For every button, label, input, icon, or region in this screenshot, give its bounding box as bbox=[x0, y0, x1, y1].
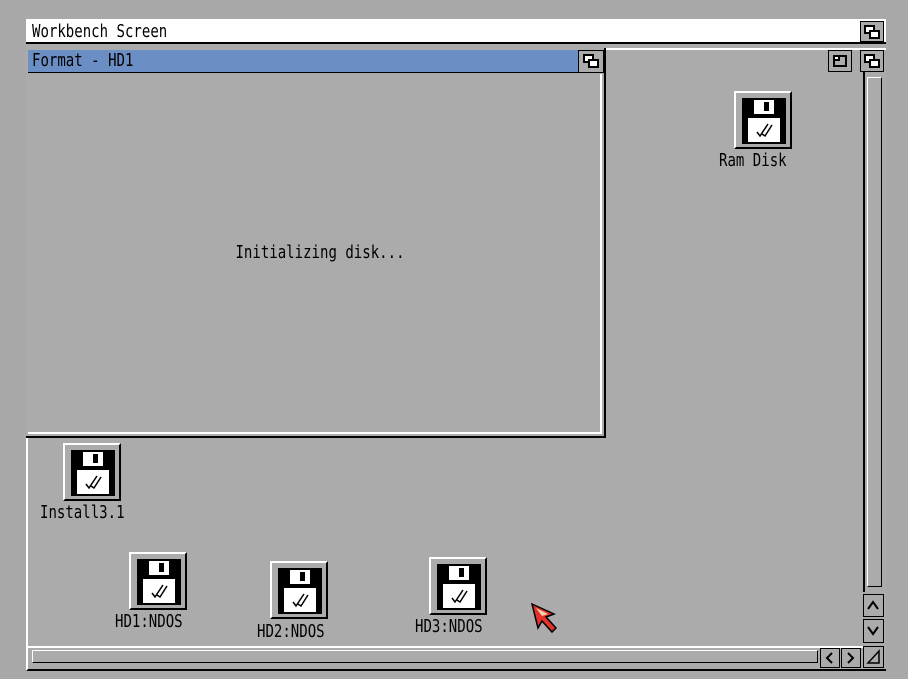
scroll-up-button[interactable] bbox=[863, 594, 884, 617]
format-window-title: Format - HD1 bbox=[32, 50, 134, 71]
scroll-down-button[interactable] bbox=[863, 619, 884, 643]
arrow-right-icon bbox=[847, 652, 855, 664]
ram-disk-icon[interactable] bbox=[734, 91, 792, 149]
ram-disk-label: Ram Disk bbox=[719, 150, 787, 171]
window-zoom-button[interactable] bbox=[828, 50, 852, 72]
arrow-left-icon bbox=[825, 652, 833, 664]
scroll-left-button[interactable] bbox=[820, 648, 840, 668]
arrow-down-icon bbox=[867, 626, 879, 636]
hd2-disk-label: HD2:NDOS bbox=[257, 621, 325, 642]
install-disk-label: Install3.1 bbox=[40, 502, 125, 523]
vertical-scroll-knob[interactable] bbox=[867, 77, 882, 587]
hd1-disk-label: HD1:NDOS bbox=[115, 611, 183, 632]
hd1-disk-icon[interactable] bbox=[129, 552, 187, 610]
format-window-depth-button[interactable] bbox=[578, 50, 604, 73]
hd3-disk-label: HD3:NDOS bbox=[415, 616, 483, 637]
arrow-up-icon bbox=[867, 600, 879, 610]
window-depth-button[interactable] bbox=[860, 50, 884, 72]
mouse-pointer-icon bbox=[530, 602, 558, 634]
hd2-disk-icon[interactable] bbox=[270, 561, 328, 619]
resize-icon bbox=[866, 649, 880, 664]
hd3-disk-icon[interactable] bbox=[429, 557, 487, 615]
install-disk-icon[interactable] bbox=[63, 443, 121, 501]
window-resize-handle[interactable] bbox=[863, 646, 884, 668]
scroll-right-button[interactable] bbox=[841, 648, 861, 668]
horizontal-scroll-knob[interactable] bbox=[32, 650, 818, 663]
screen-title: Workbench Screen bbox=[32, 21, 168, 42]
screen-depth-button[interactable] bbox=[860, 21, 884, 42]
format-status-message: Initializing disk... bbox=[235, 242, 405, 263]
